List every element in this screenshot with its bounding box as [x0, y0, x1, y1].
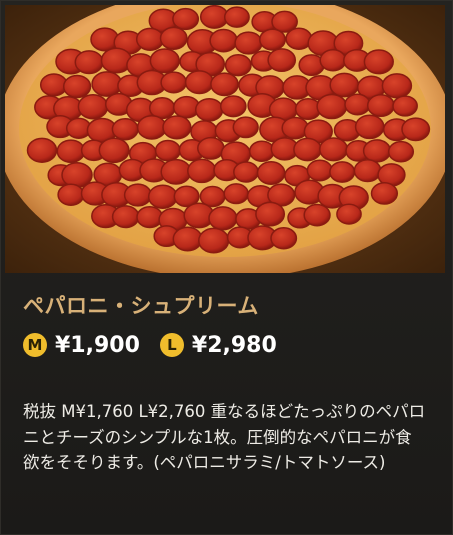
pepperoni-slice — [210, 72, 239, 97]
pepperoni-slice — [147, 184, 178, 209]
pepperoni-slice — [184, 70, 214, 95]
price-m: ¥1,900 — [55, 332, 140, 358]
pepperoni-slice — [136, 205, 164, 229]
pepperoni-slice — [362, 139, 392, 163]
pepperoni-slice — [223, 183, 249, 205]
pepperoni-slice — [329, 161, 356, 183]
pepperoni-slice — [344, 93, 371, 116]
pepperoni-slice — [77, 93, 109, 120]
pepperoni-slice — [194, 97, 224, 122]
pepperoni-slice — [392, 95, 418, 117]
pepperoni-slice — [270, 227, 298, 250]
pepperoni-slice — [319, 49, 347, 72]
product-title[interactable]: ペパロニ・シュプリーム — [23, 290, 259, 320]
pepperoni-slice — [197, 136, 225, 160]
pepperoni-slice — [62, 74, 92, 99]
pepperoni-slice — [401, 117, 431, 142]
pepperoni-slice — [329, 72, 360, 98]
pepperoni-slice — [256, 161, 286, 185]
pepperoni-slice — [293, 137, 322, 162]
pepperoni-slice — [303, 203, 331, 227]
pepperoni-slice — [123, 183, 152, 207]
pepperoni-slice — [370, 182, 399, 205]
pizza-illustration — [5, 5, 445, 273]
pepperoni-slice — [162, 115, 192, 140]
pepperoni-slice — [57, 183, 85, 207]
pepperoni-slice — [160, 158, 192, 185]
size-m-badge: M — [23, 333, 47, 357]
pepperoni-slice — [111, 205, 140, 229]
pepperoni-slice — [172, 7, 200, 31]
pepperoni-slice — [381, 73, 413, 99]
pepperoni-slice — [172, 226, 203, 252]
product-image[interactable] — [5, 5, 445, 273]
pepperoni-slice — [223, 6, 250, 28]
product-card: ペパロニ・シュプリーム M ¥1,900 L ¥2,980 税抜 M¥1,760… — [0, 0, 453, 535]
pepperoni-slice — [187, 158, 217, 184]
pepperoni-slice — [234, 31, 263, 55]
pepperoni-slice — [209, 28, 238, 53]
pepperoni-slice — [91, 71, 123, 97]
pepperoni-slice — [149, 48, 180, 74]
pepperoni-slice — [267, 48, 297, 73]
product-description: 税抜 M¥1,760 L¥2,760 重なるほどたっぷりのペパロニとチーズのシン… — [23, 402, 426, 473]
pepperoni-slice — [336, 203, 362, 225]
pepperoni-slice — [366, 93, 395, 118]
pepperoni-slice — [154, 139, 181, 162]
pepperoni-slice — [387, 140, 415, 163]
pepperoni-slice — [56, 139, 86, 164]
pepperoni-slice — [255, 201, 286, 227]
pepperoni-slice — [26, 137, 58, 163]
pepperoni-slice — [233, 161, 259, 183]
pepperoni-slice — [316, 93, 348, 120]
pepperoni-slice — [232, 116, 259, 139]
pepperoni-slice — [259, 28, 286, 51]
pepperoni-slice — [98, 137, 130, 164]
pepperoni-slice — [208, 206, 238, 231]
pepperoni-slice — [224, 54, 252, 77]
pepperoni-slice — [319, 137, 349, 162]
pepperoni-slice — [219, 95, 247, 118]
pepperoni-slice — [135, 27, 165, 51]
pepperoni-slice — [248, 140, 275, 162]
pepperoni-slice — [354, 114, 385, 140]
pepperoni-slice — [353, 158, 382, 183]
pepperoni-slice — [160, 71, 188, 94]
pepperoni-slice — [306, 159, 333, 182]
price-l: ¥2,980 — [191, 332, 277, 358]
pepperoni-slice — [74, 50, 104, 75]
pepperoni-slice — [136, 115, 167, 140]
pepperoni-slice — [363, 49, 394, 75]
price-row: M ¥1,900 L ¥2,980 — [23, 331, 277, 359]
pepperoni-slice — [198, 227, 230, 254]
pepperoni-slice — [159, 26, 188, 50]
size-l-badge: L — [159, 333, 184, 357]
pepperoni-slice — [111, 117, 139, 141]
